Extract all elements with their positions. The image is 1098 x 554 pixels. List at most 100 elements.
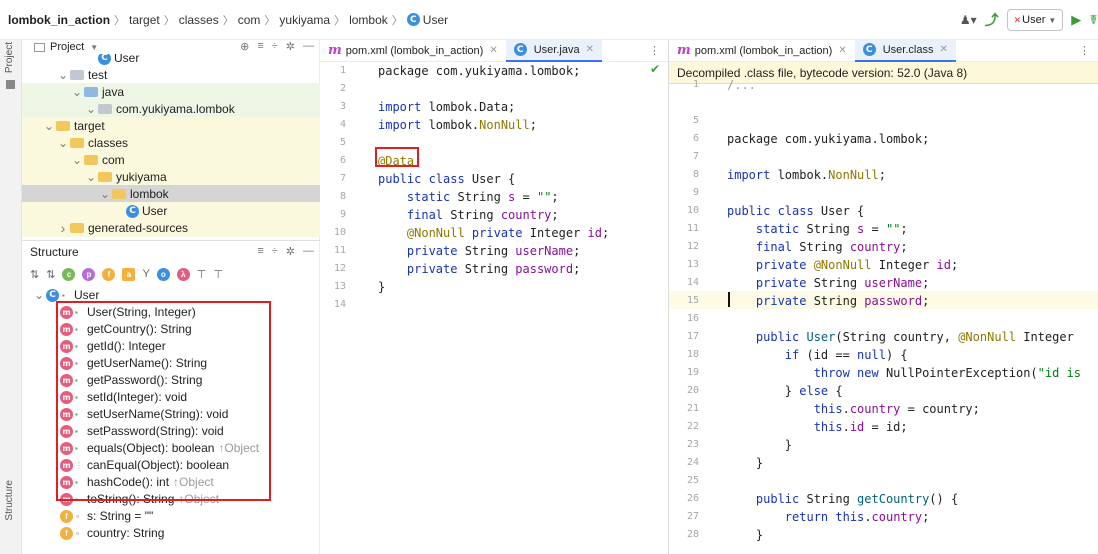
method-item[interactable]: m ⋮ canEqual(Object): boolean: [22, 456, 320, 474]
collapse-all-icon[interactable]: ⊤: [213, 268, 223, 281]
method-item[interactable]: m ▪ equals(Object): boolean ↑Object: [22, 439, 320, 457]
code-token: lombok.Data;: [421, 100, 516, 114]
chevron-down-icon[interactable]: ⌄: [84, 170, 98, 184]
show-anonymous-icon[interactable]: o: [156, 267, 170, 281]
show-properties-icon[interactable]: p: [82, 267, 96, 281]
show-lambdas-icon[interactable]: λ: [176, 267, 190, 281]
method-item[interactable]: m ▪ setUserName(String): void: [22, 405, 320, 423]
pane-tool-button[interactable]: ✲: [286, 40, 295, 53]
tree-row[interactable]: ⌄ classes: [22, 134, 320, 152]
show-classes-icon[interactable]: c: [62, 267, 76, 281]
chevron-down-icon[interactable]: ▼: [90, 43, 98, 52]
chevron-down-icon[interactable]: ⌄: [32, 288, 46, 302]
chevron-down-icon[interactable]: ⌄: [70, 85, 84, 99]
breadcrumb-item[interactable]: yukiyama: [279, 13, 330, 27]
tree-row[interactable]: C User: [22, 202, 320, 220]
method-item[interactable]: m ▪ getUserName(): String: [22, 354, 320, 372]
field-item[interactable]: f ∘ s: String = "": [22, 507, 320, 525]
method-item[interactable]: m ▪ setPassword(String): void: [22, 422, 320, 440]
project-tree: C User ⌄ test ⌄ java ⌄ com.yukiyama.lombok ⌄ targ…: [22, 54, 320, 240]
structure-header: Structure ≡ ÷ ✲ —: [22, 240, 320, 262]
tree-row[interactable]: ⌄ lombok: [22, 185, 320, 203]
code-token: "": [536, 190, 552, 204]
project-view-icon: [34, 42, 45, 52]
code-token: /...: [727, 78, 756, 92]
tree-row[interactable]: ⌄ com: [22, 151, 320, 169]
tree-row[interactable]: ⌄ target: [22, 117, 320, 135]
pane-tool-button[interactable]: ÷: [272, 245, 278, 258]
field-icon: f: [60, 526, 73, 540]
expand-all-icon[interactable]: ⊤: [197, 268, 207, 281]
chevron-down-icon[interactable]: ⌄: [84, 102, 98, 116]
structure-title: Structure: [30, 244, 79, 259]
chevron-down-icon[interactable]: ⌄: [56, 68, 70, 82]
code-token: String: [443, 208, 501, 222]
class-icon: C: [126, 204, 139, 218]
method-icon: m: [60, 356, 73, 370]
right-editor-tabs: m pom.xml (lombok_in_action) ✕ C User.class ✕…: [669, 39, 1098, 62]
public-visibility-icon: ▪: [75, 375, 78, 385]
method-item[interactable]: m ▪ User(String, Integer): [22, 303, 320, 321]
pane-tool-button[interactable]: —: [303, 40, 314, 53]
chevron-down-icon[interactable]: ⌄: [56, 136, 70, 150]
close-icon[interactable]: ✕: [586, 44, 594, 55]
run-config-select[interactable]: ✕ User ▼: [1006, 9, 1064, 31]
more-icon[interactable]: ⋮: [649, 44, 660, 57]
chevron-down-icon[interactable]: ⌄: [70, 153, 84, 167]
chevron-right-icon[interactable]: ›: [56, 220, 70, 236]
hammer-icon[interactable]: ⤴: [985, 10, 999, 30]
close-icon[interactable]: ✕: [939, 44, 947, 55]
pane-tool-button[interactable]: ≡: [257, 40, 263, 53]
breadcrumb-item[interactable]: lombok_in_action: [8, 13, 110, 27]
tree-row[interactable]: ⌄ java: [22, 83, 320, 101]
more-icon[interactable]: ⋮: [1079, 44, 1090, 57]
project-stripe-button[interactable]: Project: [4, 42, 15, 73]
method-icon: m: [60, 373, 73, 387]
sort-visibility-icon[interactable]: ⇅: [30, 268, 39, 281]
run-icon[interactable]: ▶: [1071, 12, 1081, 28]
show-fields-icon[interactable]: f: [102, 267, 116, 281]
pane-tool-button[interactable]: ⊕: [240, 40, 249, 53]
show-non-public-icon[interactable]: a: [122, 267, 136, 281]
method-item[interactable]: m ▪ getPassword(): String: [22, 371, 320, 389]
breadcrumb-item[interactable]: target: [129, 13, 160, 27]
debug-icon[interactable]: ☤: [1089, 12, 1098, 28]
method-item[interactable]: m ▪ getId(): Integer: [22, 337, 320, 355]
breadcrumb-item[interactable]: com: [238, 13, 261, 27]
user-icon[interactable]: ♟▾: [960, 13, 977, 27]
inherited-from-label: ↑Object: [173, 475, 214, 489]
tree-row[interactable]: ⌄ yukiyama: [22, 168, 320, 186]
method-item[interactable]: m ▪ getCountry(): String: [22, 320, 320, 338]
editor-tab[interactable]: C User.class ✕: [854, 39, 956, 62]
method-item[interactable]: m ▪ hashCode(): int ↑Object: [22, 473, 320, 491]
breadcrumb-item[interactable]: classes: [179, 13, 219, 27]
code-line: import lombok.NonNull;: [727, 166, 886, 184]
structure-root[interactable]: ⌄ C ▪ User: [22, 286, 320, 304]
tree-row[interactable]: ⌄ com.yukiyama.lombok: [22, 100, 320, 118]
pane-tool-button[interactable]: —: [303, 245, 314, 258]
editor-tab[interactable]: C User.java ✕: [505, 39, 602, 62]
filter-icon[interactable]: Y: [142, 268, 149, 280]
close-icon[interactable]: ✕: [838, 45, 846, 56]
pane-tool-button[interactable]: ÷: [272, 40, 278, 53]
sort-alpha-icon[interactable]: ⇅: [46, 268, 55, 281]
chevron-down-icon[interactable]: ⌄: [98, 187, 112, 201]
pane-tool-button[interactable]: ≡: [257, 245, 263, 258]
tree-row[interactable]: ⌄ test: [22, 66, 320, 84]
pane-tool-button[interactable]: ✲: [286, 245, 295, 258]
method-item[interactable]: m ▪ toString(): String ↑Object: [22, 490, 320, 508]
tab-label: pom.xml (lombok_in_action): [345, 44, 484, 57]
structure-stripe-button[interactable]: Structure: [4, 480, 15, 521]
method-item[interactable]: m ▪ setId(Integer): void: [22, 388, 320, 406]
tree-row[interactable]: › generated-sources: [22, 219, 320, 237]
breadcrumb-item[interactable]: lombok: [349, 13, 388, 27]
editor-tab[interactable]: m pom.xml (lombok_in_action) ✕: [669, 40, 855, 62]
chevron-down-icon[interactable]: ⌄: [42, 119, 56, 133]
editor-tab[interactable]: m pom.xml (lombok_in_action) ✕: [320, 40, 506, 62]
field-item[interactable]: f ∘ country: String: [22, 524, 320, 542]
close-icon[interactable]: ✕: [489, 45, 497, 56]
breadcrumb-item[interactable]: C User: [406, 13, 448, 27]
project-title[interactable]: Project: [50, 41, 84, 53]
public-visibility-icon: ▪: [75, 341, 78, 351]
code-token: NonNull: [828, 168, 879, 182]
